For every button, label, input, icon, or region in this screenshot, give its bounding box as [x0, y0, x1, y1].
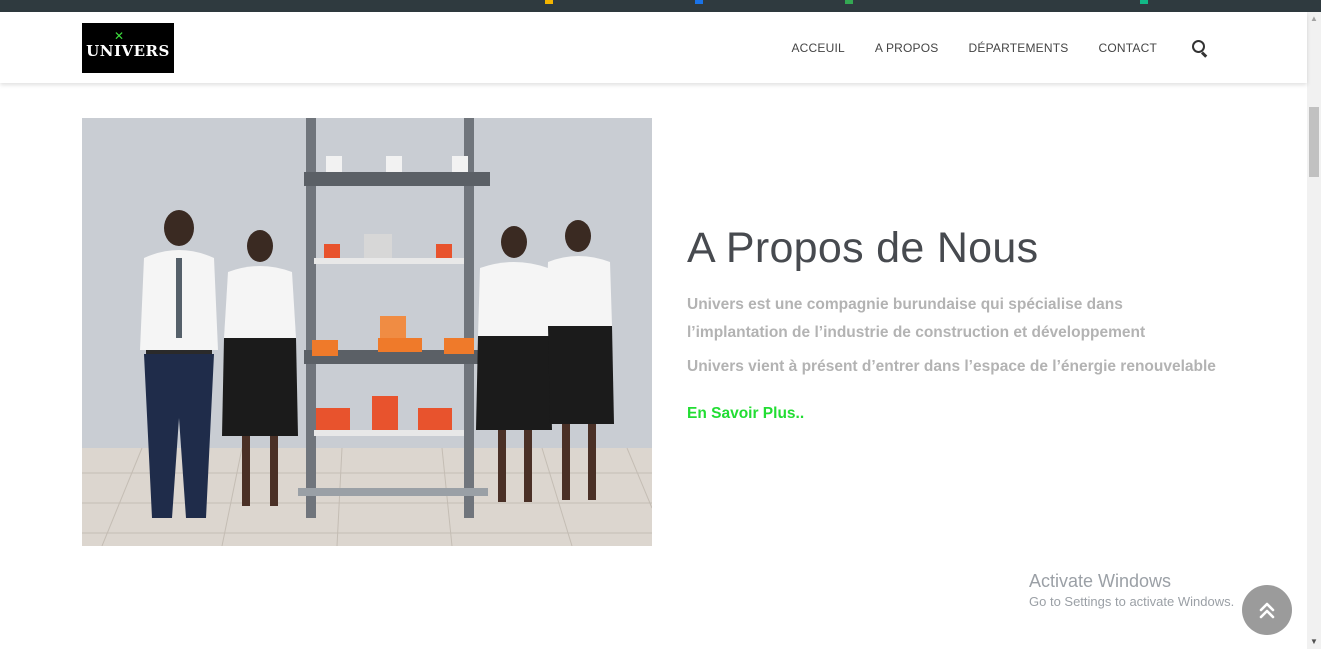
site-logo[interactable]: ✕ UNIVERS: [82, 23, 174, 73]
nav-item-a-propos[interactable]: A PROPOS: [875, 41, 939, 55]
nav-item-departements[interactable]: DÉPARTEMENTS: [969, 41, 1069, 55]
page-scrollbar[interactable]: ▲ ▼: [1307, 12, 1321, 649]
about-section: A Propos de Nous Univers est une compagn…: [687, 222, 1247, 423]
learn-more-link[interactable]: En Savoir Plus..: [687, 405, 804, 423]
logo-text: UNIVERS: [86, 42, 170, 60]
nav-item-acceuil[interactable]: ACCEUIL: [791, 41, 844, 55]
scroll-thumb[interactable]: [1309, 107, 1319, 177]
browser-top-strip: [0, 0, 1321, 12]
about-paragraph-1: Univers est une compagnie burundaise qui…: [687, 296, 1146, 341]
back-to-top-button[interactable]: [1242, 585, 1292, 635]
scroll-up-arrow-icon[interactable]: ▲: [1307, 12, 1321, 26]
double-chevron-up-icon: [1259, 602, 1275, 619]
search-icon[interactable]: [1191, 39, 1209, 57]
about-title: A Propos de Nous: [687, 224, 1039, 272]
tab-indicator: [695, 0, 703, 4]
about-paragraph-2: Univers vient à présent d’entrer dans l’…: [687, 358, 1216, 375]
team-photo-illustration: [82, 118, 652, 546]
nav-item-contact[interactable]: CONTACT: [1098, 41, 1157, 55]
logo-star-icon: ✕: [114, 29, 125, 43]
activate-windows-watermark: Activate Windows Go to Settings to activ…: [1029, 571, 1269, 609]
activate-windows-title: Activate Windows: [1029, 571, 1172, 591]
scroll-down-arrow-icon[interactable]: ▼: [1307, 635, 1321, 649]
tab-indicator: [845, 0, 853, 4]
site-header: ✕ UNIVERS ACCEUIL A PROPOS DÉPARTEMENTS …: [0, 12, 1307, 83]
tab-indicator: [1140, 0, 1148, 4]
activate-windows-subtitle: Go to Settings to activate Windows.: [1029, 594, 1235, 609]
tab-indicator: [545, 0, 553, 4]
team-photo: [82, 118, 652, 546]
main-menu: ACCEUIL A PROPOS DÉPARTEMENTS CONTACT: [761, 12, 1209, 83]
